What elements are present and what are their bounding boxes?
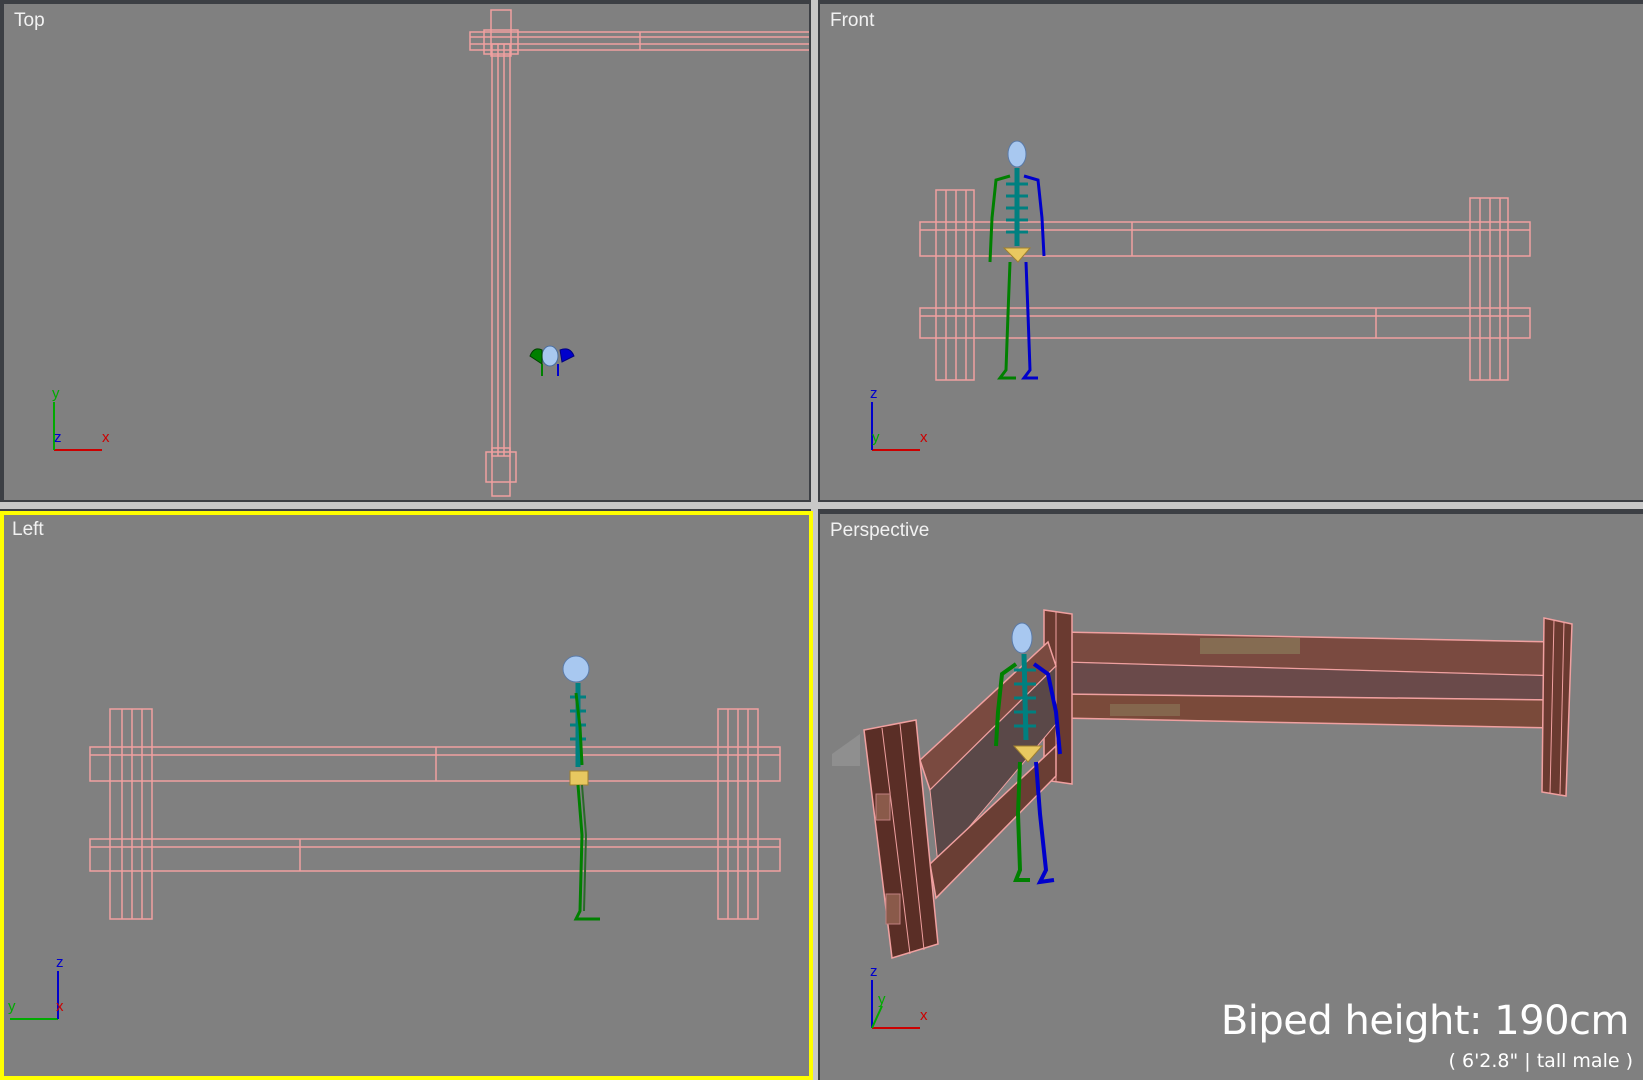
viewport-divider-horizontal[interactable] [0,502,1643,509]
viewport-label-left[interactable]: Left [12,519,44,541]
fence-wireframe [89,708,781,920]
biped-height-caption: Biped height: 190cm [1220,998,1630,1044]
fence-wireframe [469,9,809,497]
left-view-scene: y z x [8,655,781,1020]
axis-gizmo-perspective: x z y [870,963,928,1029]
axis-x-label: x [102,429,110,446]
axis-y-label: y [8,998,16,1015]
axis-gizmo-top: x y z [52,385,110,451]
viewport-label-perspective[interactable]: Perspective [830,520,929,542]
biped-top [529,345,575,376]
front-view-scene: x z y [870,140,1531,451]
axis-z-label: z [870,385,878,402]
axis-z-label: z [56,954,64,971]
axis-z-label: z [870,963,878,980]
biped-left [562,655,600,921]
viewport-left[interactable]: y z x Left [0,511,813,1080]
axis-x-label: x [920,1007,928,1024]
biped-height-subcaption: ( 6'2.8" | tall male ) [1448,1050,1633,1072]
viewport-top[interactable]: x y z Top [4,4,809,500]
biped-front [988,140,1046,380]
top-view-scene: x y z [52,9,809,497]
viewport-front[interactable]: x z y Front [820,4,1643,500]
viewport-label-top[interactable]: Top [14,10,45,32]
axis-x-label: x [920,429,928,446]
axis-x-label: x [56,998,64,1015]
fence-shaded [832,609,1573,959]
axis-y-label: y [872,429,880,446]
axis-y-label: y [878,991,886,1008]
axis-z-label: z [54,429,62,446]
perspective-view-scene: x z y [832,609,1573,1029]
axis-gizmo-front: x z y [870,385,928,451]
axis-gizmo-left: y z x [8,954,64,1020]
viewport-perspective[interactable]: x z y Perspective Biped height: 190cm ( … [820,514,1643,1080]
axis-y-label: y [52,385,60,402]
viewport-label-front[interactable]: Front [830,10,874,32]
